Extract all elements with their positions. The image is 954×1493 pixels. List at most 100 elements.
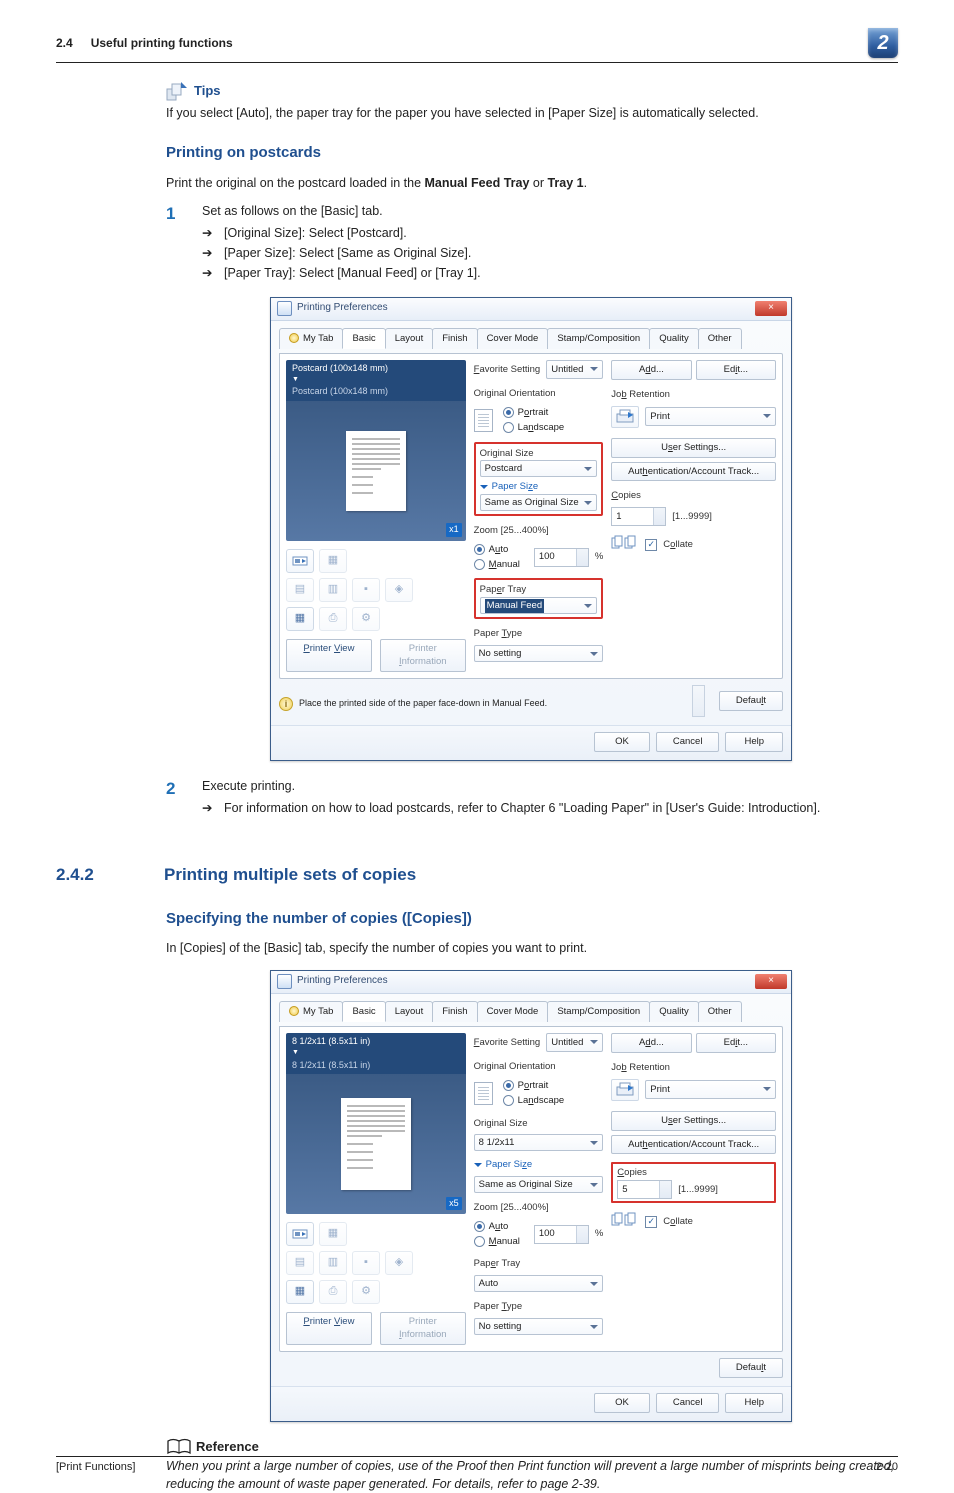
tab-finish[interactable]: Finish	[432, 328, 477, 350]
landscape-radio[interactable]	[503, 1095, 514, 1106]
add-button[interactable]: Add...	[611, 1033, 691, 1053]
ok-button[interactable]: OK	[594, 732, 650, 752]
portrait-radio[interactable]	[503, 1080, 514, 1091]
preview-tool-rotate[interactable]: ◈	[385, 1251, 413, 1275]
printer-info-button[interactable]: Printer Information	[380, 639, 466, 673]
favorite-combo[interactable]: Untitled	[546, 360, 603, 379]
tab-other[interactable]: Other	[698, 1001, 742, 1023]
tab-cover-mode[interactable]: Cover Mode	[477, 1001, 549, 1023]
original-size-combo[interactable]: Postcard	[480, 460, 598, 477]
preview-tool-output[interactable]	[286, 549, 314, 573]
arrow-icon: ➔	[202, 264, 214, 282]
printer-info-button[interactable]: Printer Information	[380, 1312, 466, 1346]
paper-size-combo[interactable]: Same as Original Size	[480, 494, 598, 511]
edit-button[interactable]: Edit...	[696, 360, 776, 380]
tab-stamp[interactable]: Stamp/Composition	[547, 328, 650, 350]
default-button[interactable]: Default	[719, 691, 783, 711]
zoom-manual-radio[interactable]	[474, 1236, 485, 1247]
collate-label: Collate	[663, 1215, 693, 1229]
job-retention-combo[interactable]: Print	[645, 1080, 776, 1099]
print-preferences-dialog-2: Printing Preferences × My Tab Basic Layo…	[270, 970, 792, 1422]
paper-type-combo[interactable]: No setting	[474, 1318, 604, 1335]
preview-tool-doc[interactable]: ▦	[286, 607, 314, 631]
preview-tool-print[interactable]: ⎙	[319, 607, 347, 631]
note-scroll[interactable]	[692, 685, 705, 717]
tab-finish[interactable]: Finish	[432, 1001, 477, 1023]
paper-size-combo[interactable]: Same as Original Size	[474, 1176, 604, 1193]
zoom-value-spinner[interactable]: 100	[534, 548, 589, 567]
collate-checkbox[interactable]: ✓	[645, 539, 657, 551]
tab-layout[interactable]: Layout	[385, 328, 434, 350]
original-size-combo[interactable]: 8 1/2x11	[474, 1134, 604, 1151]
tab-quality[interactable]: Quality	[649, 328, 699, 350]
paper-size-label[interactable]: Paper Size	[474, 1158, 604, 1172]
tab-cover-mode[interactable]: Cover Mode	[477, 328, 549, 350]
user-settings-button[interactable]: User Settings...	[611, 438, 776, 458]
job-retention-combo[interactable]: Print	[645, 407, 776, 426]
preview-tool-5[interactable]: ▪	[352, 1251, 380, 1275]
subheading-copies: Specifying the number of copies ([Copies…	[166, 908, 896, 930]
close-button[interactable]: ×	[755, 974, 787, 989]
preview-tool-4[interactable]: ▥	[319, 578, 347, 602]
paper-size-label[interactable]: Paper Size	[480, 480, 598, 494]
tab-stamp[interactable]: Stamp/Composition	[547, 1001, 650, 1023]
user-settings-button[interactable]: User Settings...	[611, 1111, 776, 1131]
copies-label: Copies	[611, 489, 776, 503]
printer-view-button[interactable]: Printer View	[286, 639, 372, 673]
footer-left: [Print Functions]	[56, 1461, 135, 1473]
add-button[interactable]: Add...	[611, 360, 691, 380]
zoom-auto-label: Auto	[489, 1220, 509, 1234]
zoom-manual-radio[interactable]	[474, 559, 485, 570]
auth-button[interactable]: Authentication/Account Track...	[611, 462, 776, 482]
copies-spinner[interactable]: 1	[611, 507, 666, 526]
tab-basic[interactable]: Basic	[342, 1001, 385, 1023]
zoom-auto-radio[interactable]	[474, 544, 485, 555]
tab-basic[interactable]: Basic	[342, 328, 385, 350]
zoom-value-spinner[interactable]: 100	[534, 1225, 589, 1244]
tab-other[interactable]: Other	[698, 328, 742, 350]
ok-button[interactable]: OK	[594, 1393, 650, 1413]
section-title: Useful printing functions	[91, 36, 233, 50]
preview-tool-5[interactable]: ▪	[352, 578, 380, 602]
tab-mytab[interactable]: My Tab	[279, 328, 343, 350]
zoom-auto-radio[interactable]	[474, 1221, 485, 1232]
preview-tool-print[interactable]: ⎙	[319, 1280, 347, 1304]
close-button[interactable]: ×	[755, 301, 787, 316]
preview-tool-2[interactable]: ▦	[319, 549, 347, 573]
copies-badge: x1	[446, 523, 462, 536]
help-button[interactable]: Help	[725, 1393, 783, 1413]
preview-tool-output[interactable]	[286, 1222, 314, 1246]
edit-button[interactable]: Edit...	[696, 1033, 776, 1053]
preview-tool-9[interactable]: ⚙	[352, 607, 380, 631]
tab-layout[interactable]: Layout	[385, 1001, 434, 1023]
preview-tool-9[interactable]: ⚙	[352, 1280, 380, 1304]
help-button[interactable]: Help	[725, 732, 783, 752]
paper-tray-combo[interactable]: Manual Feed	[480, 597, 598, 614]
manual-feed-note: Place the printed side of the paper face…	[299, 697, 547, 710]
preview-tool-2[interactable]: ▦	[319, 1222, 347, 1246]
tab-mytab[interactable]: My Tab	[279, 1001, 343, 1023]
paper-tray-combo[interactable]: Auto	[474, 1275, 604, 1292]
preview-tool-doc[interactable]: ▦	[286, 1280, 314, 1304]
collate-checkbox[interactable]: ✓	[645, 1216, 657, 1228]
preview-tool-3[interactable]: ▤	[286, 1251, 314, 1275]
heading-postcards: Printing on postcards	[166, 142, 896, 164]
cancel-button[interactable]: Cancel	[656, 732, 720, 752]
landscape-radio[interactable]	[503, 422, 514, 433]
preview-size-label: 8 1/2x11 (8.5x11 in) ▼ 8 1/2x11 (8.5x11 …	[286, 1033, 466, 1073]
arrow-icon: ➔	[202, 224, 214, 242]
printer-view-button[interactable]: Printer View	[286, 1312, 372, 1346]
auth-button[interactable]: Authentication/Account Track...	[611, 1135, 776, 1155]
tips-body: If you select [Auto], the paper tray for…	[166, 104, 896, 122]
tab-quality[interactable]: Quality	[649, 1001, 699, 1023]
copies-spinner[interactable]: 5	[617, 1180, 672, 1199]
preview-tool-3[interactable]: ▤	[286, 578, 314, 602]
preview-tool-4[interactable]: ▥	[319, 1251, 347, 1275]
portrait-radio[interactable]	[503, 407, 514, 418]
paper-type-combo[interactable]: No setting	[474, 645, 604, 662]
preview-tool-rotate[interactable]: ◈	[385, 578, 413, 602]
default-button[interactable]: Default	[719, 1358, 783, 1378]
favorite-combo[interactable]: Untitled	[546, 1033, 603, 1052]
step-2-text: Execute printing.	[202, 777, 896, 795]
cancel-button[interactable]: Cancel	[656, 1393, 720, 1413]
